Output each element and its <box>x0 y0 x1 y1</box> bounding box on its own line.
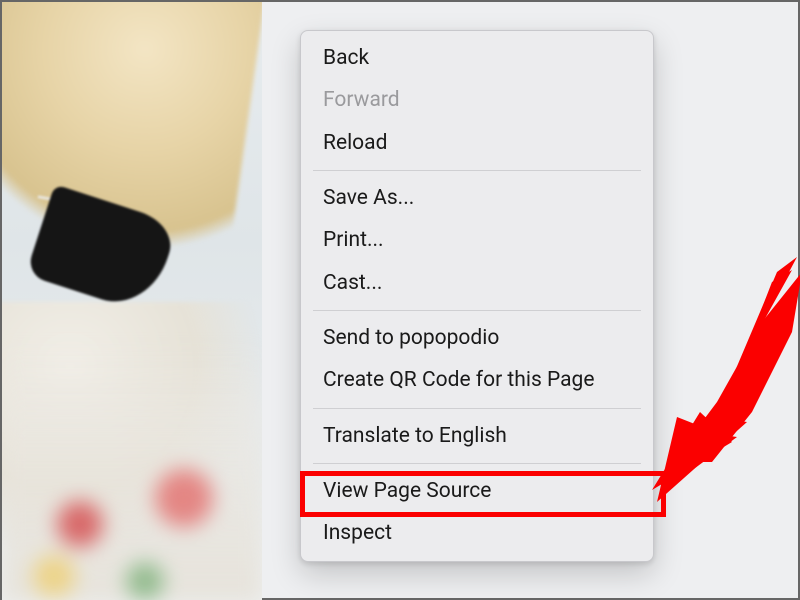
menu-item-reload[interactable]: Reload <box>301 122 653 164</box>
menu-item-cast[interactable]: Cast... <box>301 262 653 304</box>
menu-item-print[interactable]: Print... <box>301 219 653 261</box>
background-photo <box>2 2 262 600</box>
menu-item-translate[interactable]: Translate to English <box>301 415 653 457</box>
context-menu: Back Forward Reload Save As... Print... … <box>300 30 654 562</box>
menu-item-inspect[interactable]: Inspect <box>301 512 653 554</box>
menu-item-back[interactable]: Back <box>301 37 653 79</box>
menu-separator <box>313 463 641 464</box>
menu-item-view-source[interactable]: View Page Source <box>301 470 653 512</box>
menu-item-send-to[interactable]: Send to popopodio <box>301 317 653 359</box>
screenshot-frame: Back Forward Reload Save As... Print... … <box>0 0 800 600</box>
menu-item-save-as[interactable]: Save As... <box>301 177 653 219</box>
menu-item-qr-code[interactable]: Create QR Code for this Page <box>301 359 653 401</box>
menu-item-forward: Forward <box>301 79 653 121</box>
menu-separator <box>313 170 641 171</box>
menu-separator <box>313 408 641 409</box>
menu-separator <box>313 310 641 311</box>
